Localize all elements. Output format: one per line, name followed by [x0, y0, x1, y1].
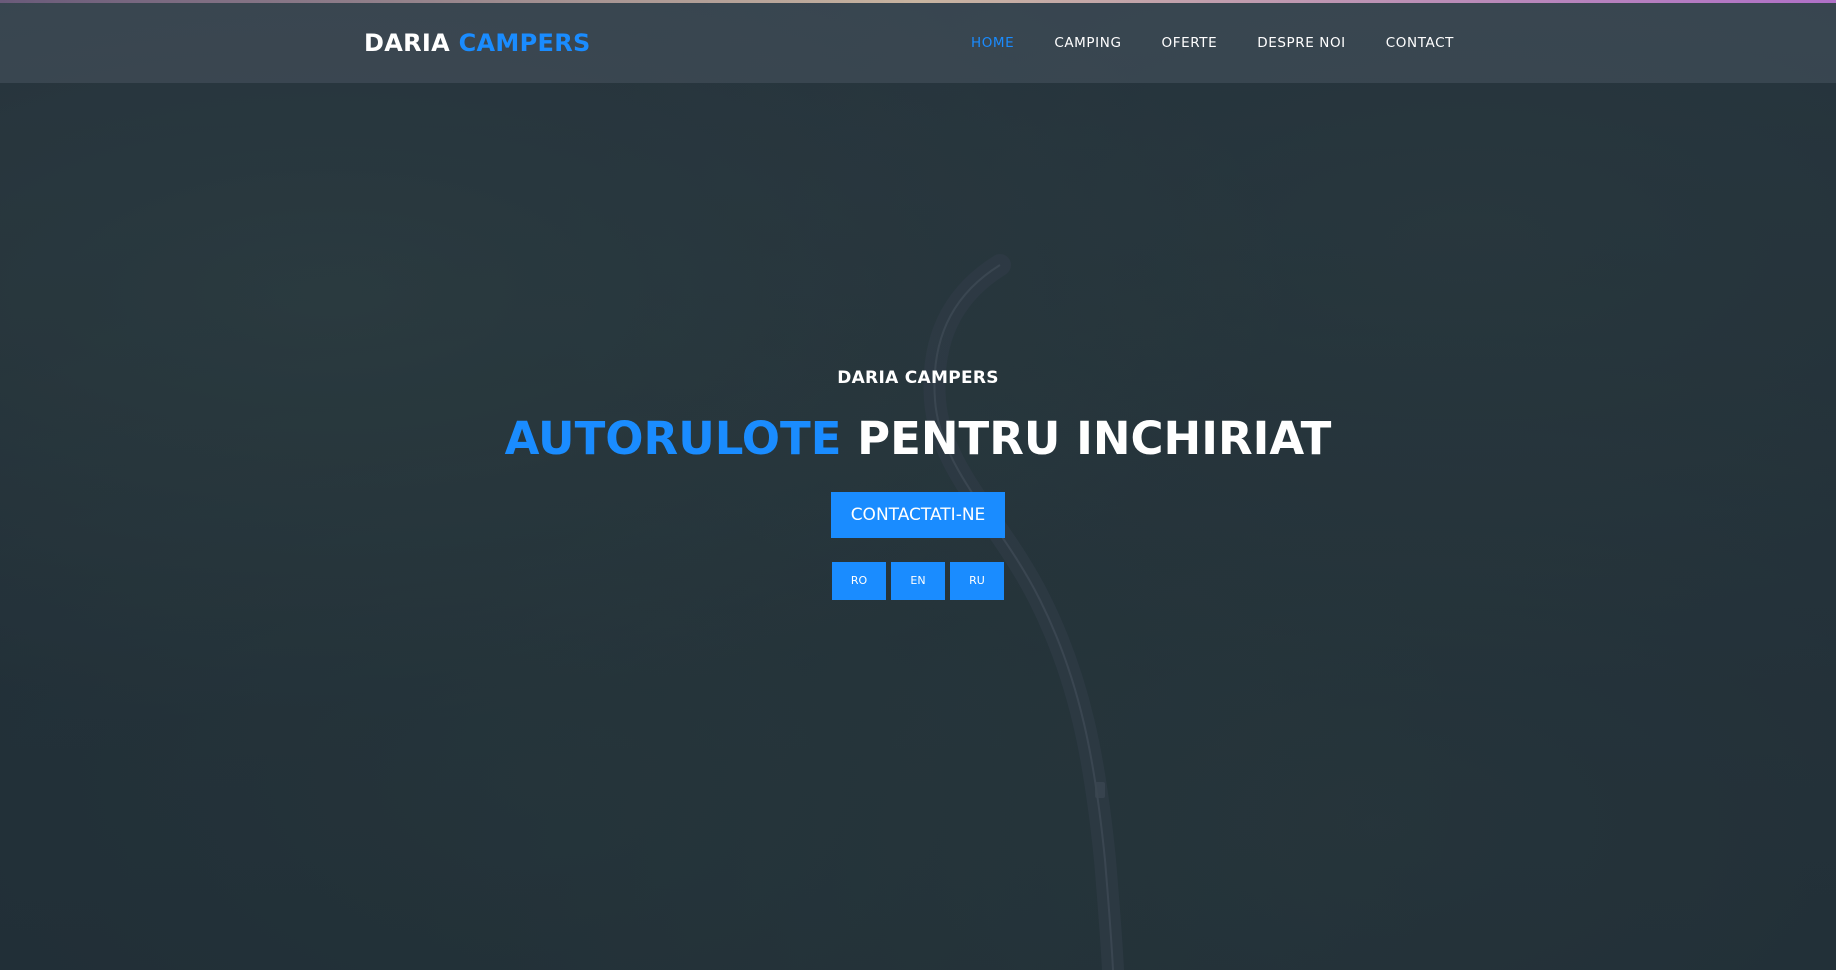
nav-despre-noi[interactable]: DESPRE NOI [1257, 35, 1346, 51]
lang-ro-button[interactable]: RO [832, 561, 886, 600]
hero-headline: AUTORULOTE PENTRU INCHIRIAT [0, 414, 1836, 464]
language-switcher: RO EN RU [0, 561, 1836, 600]
headline-rest: PENTRU INCHIRIAT [857, 412, 1332, 465]
site-logo[interactable]: DARIA CAMPERS [364, 29, 591, 57]
nav-oferte[interactable]: OFERTE [1162, 35, 1218, 51]
logo-main: DARIA [364, 29, 450, 57]
main-nav: HOME CAMPING OFERTE DESPRE NOI CONTACT [971, 35, 1454, 51]
contact-us-button[interactable]: CONTACTATI-NE [830, 491, 1006, 538]
nav-home[interactable]: HOME [971, 35, 1014, 51]
page: DARIA CAMPERS HOME CAMPING OFERTE DESPRE… [0, 0, 1836, 970]
logo-accent: CAMPERS [458, 29, 591, 57]
lang-en-button[interactable]: EN [891, 561, 945, 600]
hero-eyebrow: DARIA CAMPERS [837, 368, 999, 388]
hero-content: DARIA CAMPERS AUTORULOTE PENTRU INCHIRIA… [0, 368, 1836, 600]
nav-camping[interactable]: CAMPING [1054, 35, 1121, 51]
nav-contact[interactable]: CONTACT [1386, 35, 1454, 51]
top-strip [0, 0, 1836, 3]
lang-ru-button[interactable]: RU [950, 561, 1004, 600]
headline-accent: AUTORULOTE [504, 412, 842, 465]
site-header: DARIA CAMPERS HOME CAMPING OFERTE DESPRE… [0, 3, 1836, 83]
